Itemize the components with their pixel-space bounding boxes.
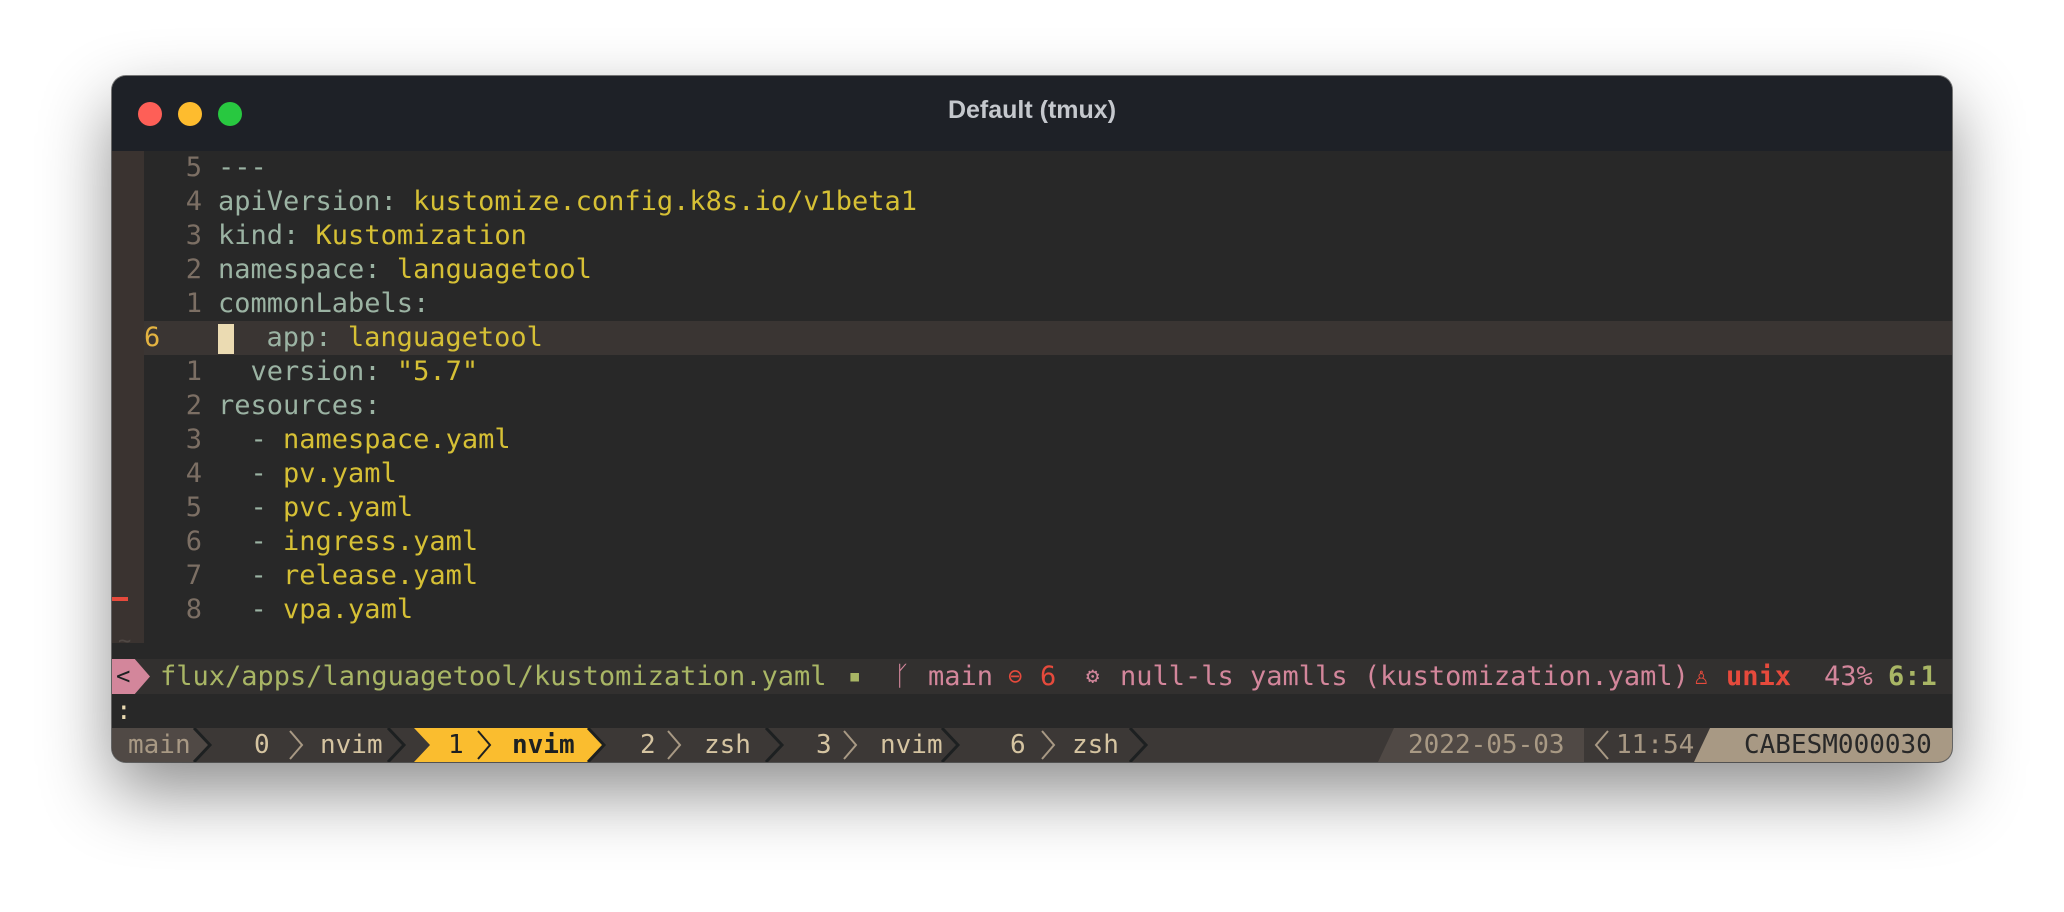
command-line[interactable]: :: [112, 694, 1952, 728]
tmux-window-name[interactable]: zsh: [704, 728, 751, 762]
tmux-window-name[interactable]: nvim: [320, 728, 383, 762]
yaml-value: pv.yaml: [283, 458, 397, 489]
tmux-window-name[interactable]: nvim: [880, 728, 943, 762]
tmux-window-name[interactable]: zsh: [1072, 728, 1119, 762]
line-number: 3: [185, 424, 202, 455]
line-number: 1: [185, 288, 202, 319]
yaml-value: "5.7": [396, 356, 479, 387]
yaml-value: languagetool: [347, 322, 543, 353]
tmux-active-window-index[interactable]: 1: [448, 728, 464, 762]
linux-icon: ♙: [1694, 662, 1709, 690]
line-number: 5: [185, 152, 202, 183]
tmux-active-window-name[interactable]: nvim: [512, 728, 575, 762]
tmux-date: 2022-05-03: [1408, 730, 1565, 760]
window-title: Default (tmux): [947, 96, 1117, 124]
lsp-icon: ⚙: [1086, 664, 1100, 689]
yaml-value: vpa.yaml: [283, 594, 414, 625]
tmux-window-index[interactable]: 6: [1010, 728, 1026, 762]
mode-indicator: <: [112, 659, 150, 694]
yaml-value: ingress.yaml: [283, 526, 479, 557]
code-line[interactable]: 1 version: "5.7": [144, 355, 1952, 389]
yaml-key: kind: [218, 220, 284, 251]
error-count[interactable]: 6: [1040, 659, 1056, 694]
git-branch-icon: ᚴ: [894, 661, 911, 692]
yaml-key: ---: [218, 152, 267, 183]
current-line-number: 6: [144, 322, 161, 353]
cursor-position: 6:1: [1888, 661, 1937, 692]
code-line[interactable]: 1 commonLabels:: [144, 287, 1952, 321]
code-line[interactable]: 8 - vpa.yaml: [144, 593, 1952, 627]
scroll-percent: 43%: [1824, 661, 1873, 692]
sign-column: [112, 151, 144, 643]
yaml-key: namespace: [218, 254, 365, 285]
empty-line-marker: ~: [118, 629, 132, 654]
yaml-value: pvc.yaml: [283, 492, 414, 523]
code-line[interactable]: 5 - pvc.yaml: [144, 491, 1952, 525]
yaml-value: namespace.yaml: [283, 424, 511, 455]
git-change-sign: [112, 597, 128, 601]
yaml-key: commonLabels: [218, 288, 414, 319]
tmux-session[interactable]: main: [128, 728, 191, 762]
text-cursor: [218, 323, 234, 354]
line-number: 4: [185, 458, 202, 489]
code-line[interactable]: 7 - release.yaml: [144, 559, 1952, 593]
line-number: 2: [185, 254, 202, 285]
git-branch[interactable]: main: [928, 659, 993, 694]
line-number: 5: [185, 492, 202, 523]
yaml-key: apiVersion: [218, 186, 381, 217]
yaml-value: release.yaml: [283, 560, 479, 591]
editor-pane[interactable]: 5 --- 4 apiVersion: kustomize.config.k8s.i…: [112, 151, 1952, 703]
file-path[interactable]: flux/apps/languagetool/kustomization.yam…: [160, 659, 826, 694]
code-line[interactable]: 3 - namespace.yaml: [144, 423, 1952, 457]
status-line: < flux/apps/languagetool/kustomization.y…: [112, 659, 1952, 694]
line-number: 7: [185, 560, 202, 591]
current-line[interactable]: 6 app: languagetool: [144, 321, 1952, 355]
tmux-hostname: CABESM000030: [1744, 730, 1932, 760]
yaml-key: version: [250, 356, 365, 387]
tmux-time: 11:54: [1616, 730, 1695, 760]
line-number: 6: [185, 526, 202, 557]
title-bar: Default (tmux): [112, 76, 1952, 151]
tmux-status-bar: main 0 nvim 1 nvim 2 zsh 3 nvim 6 zsh 20…: [112, 728, 1952, 762]
tmux-window-index[interactable]: 0: [254, 728, 270, 762]
save-icon: ▪: [848, 664, 862, 689]
code-line[interactable]: 2 resources:: [144, 389, 1952, 423]
yaml-key: resources: [218, 390, 365, 421]
tmux-window-index[interactable]: 2: [640, 728, 656, 762]
yaml-key: app: [266, 322, 316, 353]
line-number: 2: [185, 390, 202, 421]
code-line[interactable]: 5 ---: [144, 151, 1952, 185]
yaml-value: languagetool: [396, 254, 592, 285]
file-format: unix: [1726, 661, 1792, 692]
code-line[interactable]: 4 apiVersion: kustomize.config.k8s.io/v1b…: [144, 185, 1952, 219]
tmux-window-index[interactable]: 3: [816, 728, 832, 762]
line-number: 1: [185, 356, 202, 387]
line-number: 8: [185, 594, 202, 625]
terminal-window: Default (tmux) 5 --- 4 apiVersion: kustomi…: [112, 76, 1952, 762]
code-line[interactable]: 4 - pv.yaml: [144, 457, 1952, 491]
line-number: 4: [185, 186, 202, 217]
code-line[interactable]: 6 - ingress.yaml: [144, 525, 1952, 559]
line-number: 3: [185, 220, 202, 251]
code-line[interactable]: 2 namespace: languagetool: [144, 253, 1952, 287]
yaml-value: Kustomization: [315, 220, 527, 251]
lsp-clients[interactable]: null-ls yamlls (kustomization.yaml): [1120, 659, 1689, 694]
yaml-value: kustomize.config.k8s.io/v1beta1: [413, 186, 917, 217]
code-line[interactable]: 3 kind: Kustomization: [144, 219, 1952, 253]
error-icon: ⊖: [1008, 662, 1023, 690]
